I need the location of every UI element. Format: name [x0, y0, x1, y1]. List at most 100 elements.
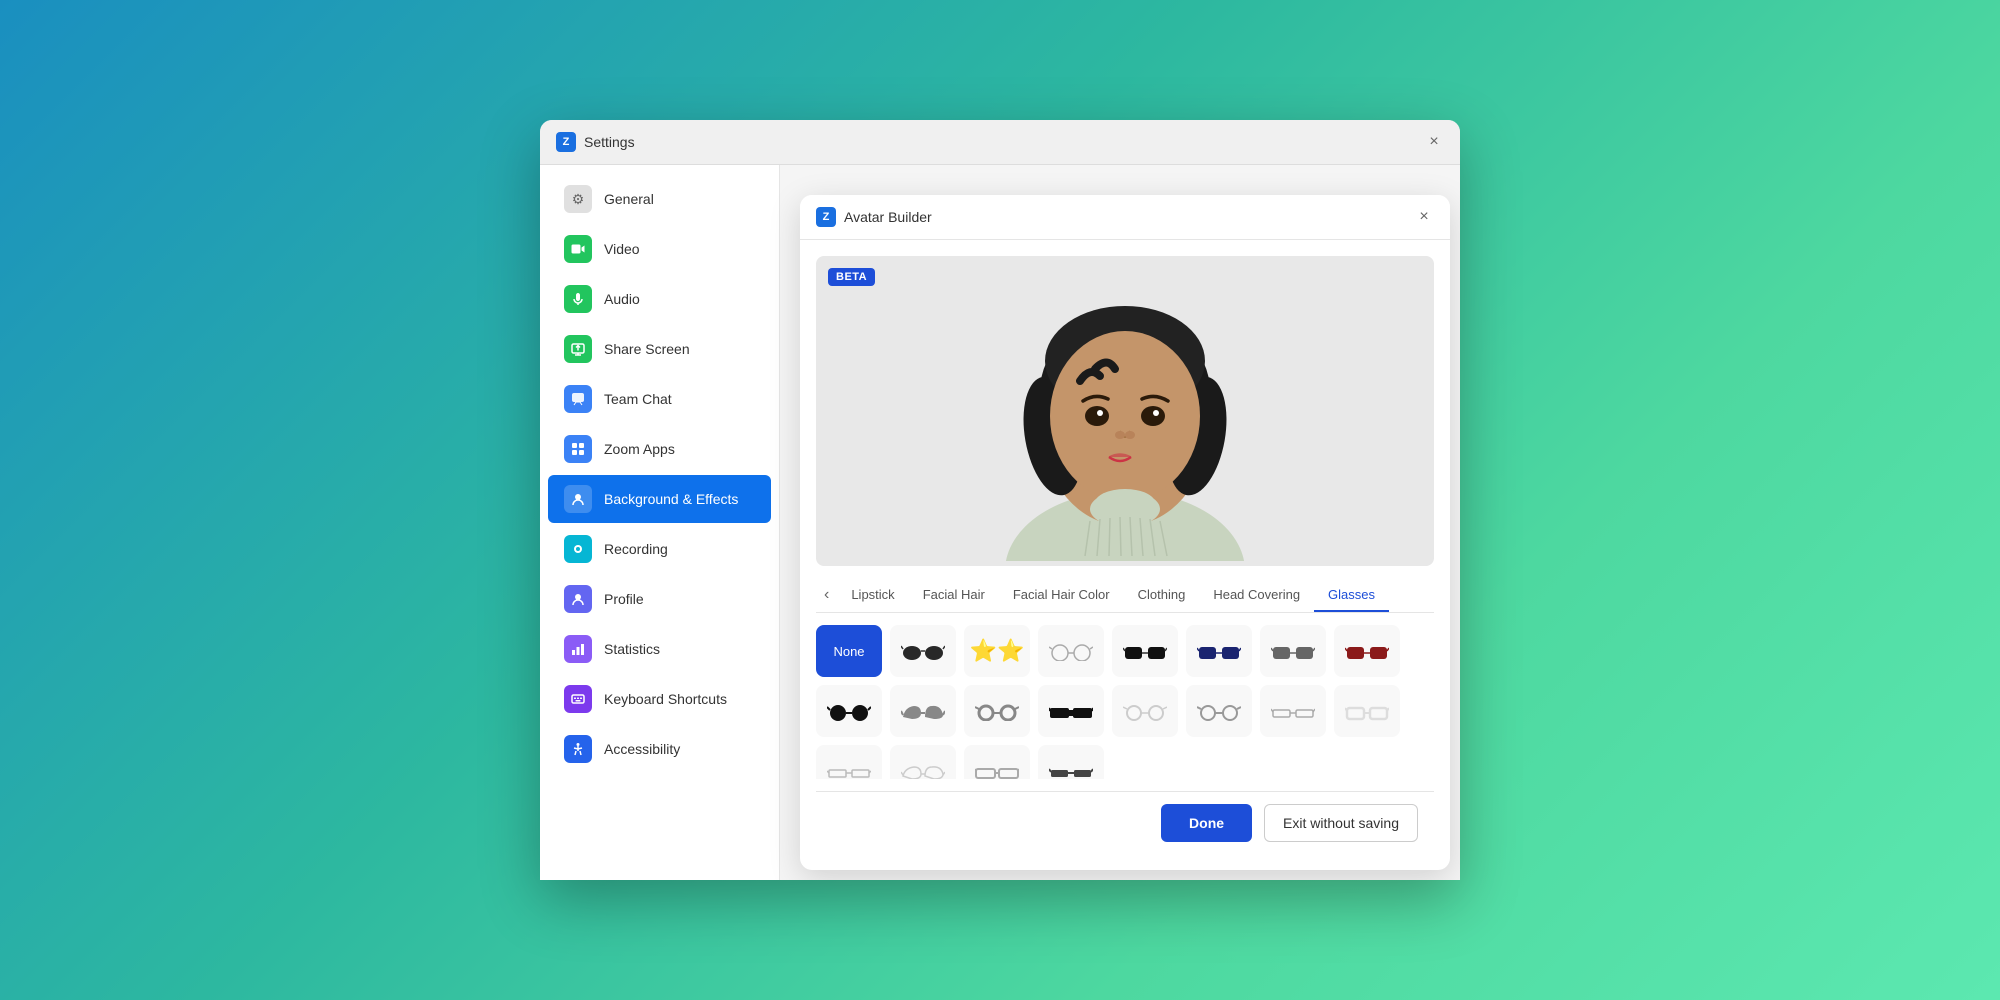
avatar-close-button[interactable]: ×: [1414, 207, 1434, 227]
tab-glasses[interactable]: Glasses: [1314, 579, 1389, 612]
star-glasses-emoji: ⭐⭐: [970, 638, 1025, 664]
sidebar-item-accessibility[interactable]: Accessibility: [548, 725, 771, 773]
tab-lipstick[interactable]: Lipstick: [837, 579, 908, 612]
glasses-item-none[interactable]: None: [816, 625, 882, 677]
tab-facial-hair-color[interactable]: Facial Hair Color: [999, 579, 1124, 612]
sidebar-item-general[interactable]: ⚙ General: [548, 175, 771, 223]
avatar-tabs: ‹ Lipstick Facial Hair Facial Hair Color…: [816, 578, 1434, 613]
sidebar-item-keyboard-shortcuts[interactable]: Keyboard Shortcuts: [548, 675, 771, 723]
sidebar: ⚙ General Video: [540, 165, 780, 880]
tab-facial-hair[interactable]: Facial Hair: [909, 579, 999, 612]
round-thin-svg: [1049, 641, 1093, 661]
done-button[interactable]: Done: [1161, 804, 1252, 842]
avatar-figure: [935, 261, 1315, 561]
glasses-item-gray-cat[interactable]: [890, 685, 956, 737]
avatar-preview: BETA: [816, 256, 1434, 566]
profile-icon: [564, 585, 592, 613]
zoom-apps-icon: [564, 435, 592, 463]
glasses-item-black-round[interactable]: [816, 685, 882, 737]
accessibility-icon: [564, 735, 592, 763]
avatar-zoom-logo: Z: [816, 207, 836, 227]
sidebar-item-recording[interactable]: Recording: [548, 525, 771, 573]
sidebar-item-statistics[interactable]: Statistics: [548, 625, 771, 673]
sidebar-item-audio[interactable]: Audio: [548, 275, 771, 323]
recording-icon: [564, 535, 592, 563]
glasses-item-gray-round3[interactable]: [1186, 685, 1252, 737]
sidebar-item-team-chat[interactable]: Team Chat: [548, 375, 771, 423]
glasses-item-round-thin[interactable]: [1038, 625, 1104, 677]
glasses-item-gray-rect[interactable]: [1260, 625, 1326, 677]
avatar-title: Avatar Builder: [844, 209, 932, 225]
avatar-titlebar: Z Avatar Builder ×: [800, 195, 1450, 240]
glasses-item-light-round[interactable]: [1112, 685, 1178, 737]
tab-clothing[interactable]: Clothing: [1124, 579, 1200, 612]
sidebar-label-recording: Recording: [604, 541, 668, 557]
settings-titlebar: Z Settings ×: [540, 120, 1460, 165]
main-content: Z Avatar Builder × BETA: [780, 165, 1460, 880]
dark-slim-svg: [1049, 761, 1093, 779]
glasses-item-dark-rect[interactable]: [1112, 625, 1178, 677]
general-icon: ⚙: [564, 185, 592, 213]
sidebar-label-team-chat: Team Chat: [604, 391, 672, 407]
red-rect-svg: [1345, 641, 1389, 661]
tabs-prev-button[interactable]: ‹: [816, 578, 837, 612]
navy-rect-svg: [1197, 641, 1241, 661]
settings-window: Z Settings × ⚙ General Video: [540, 120, 1460, 880]
tab-head-covering[interactable]: Head Covering: [1199, 579, 1314, 612]
exit-without-saving-button[interactable]: Exit without saving: [1264, 804, 1418, 842]
sidebar-label-keyboard-shortcuts: Keyboard Shortcuts: [604, 691, 727, 707]
settings-close-button[interactable]: ×: [1424, 132, 1444, 152]
avatar-footer: Done Exit without saving: [816, 791, 1434, 854]
gray-round2-svg: [975, 701, 1019, 721]
sidebar-label-zoom-apps: Zoom Apps: [604, 441, 675, 457]
glasses-item-dark-slim[interactable]: [1038, 745, 1104, 779]
sidebar-item-share-screen[interactable]: Share Screen: [548, 325, 771, 373]
glasses-item-reading[interactable]: [816, 745, 882, 779]
sidebar-label-statistics: Statistics: [604, 641, 660, 657]
sidebar-item-video[interactable]: Video: [548, 225, 771, 273]
glasses-none-label: None: [833, 644, 864, 659]
settings-body: ⚙ General Video: [540, 165, 1460, 880]
settings-title: Settings: [584, 134, 635, 150]
glasses-row-1: None: [816, 625, 1434, 677]
sidebar-label-video: Video: [604, 241, 640, 257]
sidebar-item-profile[interactable]: Profile: [548, 575, 771, 623]
glasses-item-slim-gray[interactable]: [1260, 685, 1326, 737]
team-chat-icon: [564, 385, 592, 413]
video-icon: [564, 235, 592, 263]
white-rect-svg: [1345, 701, 1389, 721]
glasses-item-gray-round2[interactable]: [964, 685, 1030, 737]
glasses-item-white-rect[interactable]: [1334, 685, 1400, 737]
light-round-svg: [1123, 701, 1167, 721]
avatar-builder-dialog: Z Avatar Builder × BETA: [800, 195, 1450, 870]
glasses-item-star[interactable]: ⭐⭐: [964, 625, 1030, 677]
glasses-item-black-wide[interactable]: [1038, 685, 1104, 737]
sidebar-label-profile: Profile: [604, 591, 644, 607]
share-screen-icon: [564, 335, 592, 363]
glasses-row-3: [816, 745, 1434, 779]
glasses-item-gray-wide[interactable]: [964, 745, 1030, 779]
gray-round3-svg: [1197, 701, 1241, 721]
dark-rect-svg: [1123, 641, 1167, 661]
glasses-grid: None: [816, 625, 1434, 779]
glasses-item-dark-aviator[interactable]: [890, 625, 956, 677]
gray-cat-svg: [901, 701, 945, 721]
sidebar-label-background-effects: Background & Effects: [604, 491, 738, 507]
audio-icon: [564, 285, 592, 313]
beta-badge: BETA: [828, 268, 875, 286]
reading-svg: [827, 761, 871, 779]
zoom-logo: Z: [556, 132, 576, 152]
glasses-item-light-cat[interactable]: [890, 745, 956, 779]
light-cat-svg: [901, 761, 945, 779]
sidebar-label-audio: Audio: [604, 291, 640, 307]
glasses-item-navy-rect[interactable]: [1186, 625, 1252, 677]
glasses-row-2: [816, 685, 1434, 737]
sidebar-item-zoom-apps[interactable]: Zoom Apps: [548, 425, 771, 473]
sidebar-label-share-screen: Share Screen: [604, 341, 690, 357]
avatar-title-left: Z Avatar Builder: [816, 207, 932, 227]
glasses-item-red-rect[interactable]: [1334, 625, 1400, 677]
sidebar-item-background-effects[interactable]: Background & Effects: [548, 475, 771, 523]
background-effects-icon: [564, 485, 592, 513]
keyboard-shortcuts-icon: [564, 685, 592, 713]
black-wide-svg: [1049, 701, 1093, 721]
